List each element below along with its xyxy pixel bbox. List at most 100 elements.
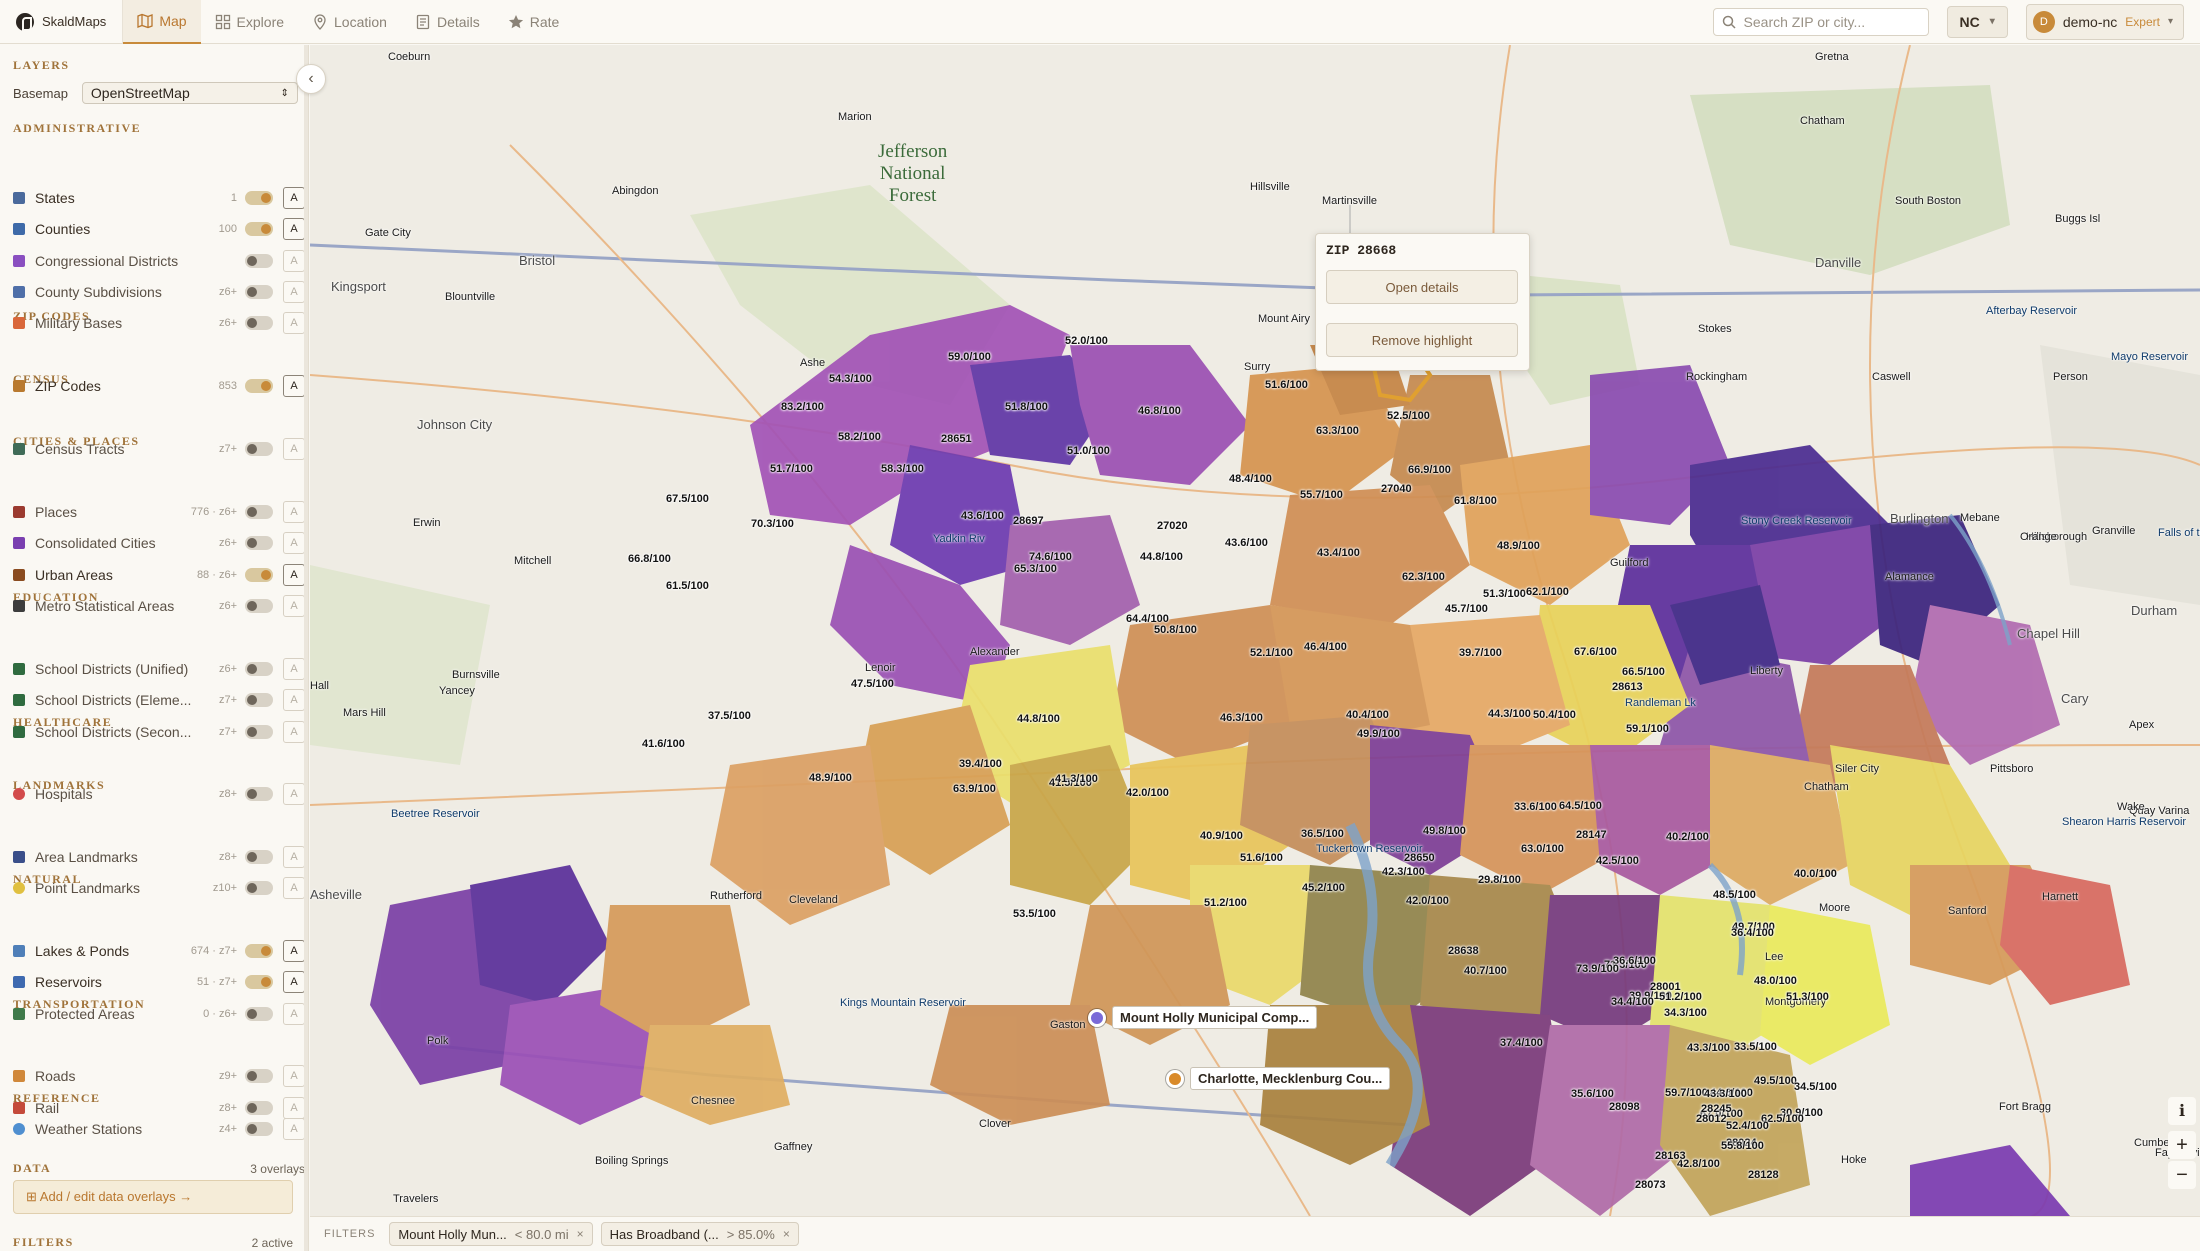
layer-row[interactable]: Lakes & Ponds 674 · z7+ A [13, 940, 305, 962]
layer-toggle[interactable] [245, 1101, 273, 1115]
layer-count: z8+ [218, 788, 237, 800]
layer-toggle[interactable] [245, 725, 273, 739]
close-icon[interactable]: × [783, 1227, 790, 1241]
collapse-sidebar-button[interactable]: ‹ [296, 64, 326, 94]
nav-details[interactable]: Details [401, 0, 494, 44]
layer-toggle[interactable] [245, 1069, 273, 1083]
layer-row[interactable]: Reservoirs 51 · z7+ A [13, 971, 305, 993]
layer-row[interactable]: Protected Areas 0 · z6+ A [13, 1003, 305, 1025]
zoom-out-button[interactable]: − [2168, 1161, 2196, 1189]
layer-row[interactable]: Point Landmarks z10+ A [13, 877, 305, 899]
state-select[interactable]: NC ▾ [1946, 5, 2008, 38]
layer-swatch [13, 1008, 25, 1020]
layer-row[interactable]: School Districts (Secon... z7+ A [13, 721, 305, 743]
layer-label-button[interactable]: A [283, 532, 305, 554]
layer-row[interactable]: Metro Statistical Areas z6+ A [13, 595, 305, 617]
remove-highlight-button[interactable]: Remove highlight [1326, 323, 1518, 357]
layer-toggle[interactable] [245, 693, 273, 707]
layer-row[interactable]: Hospitals z8+ A [13, 783, 305, 805]
layer-toggle[interactable] [245, 191, 273, 205]
zoom-in-button[interactable]: + [2168, 1131, 2196, 1159]
layer-toggle[interactable] [245, 222, 273, 236]
layer-toggle[interactable] [245, 568, 273, 582]
nav-map[interactable]: Map [123, 0, 201, 44]
layer-row[interactable]: County Subdivisions z6+ A [13, 281, 305, 303]
layer-label-button[interactable]: A [283, 438, 305, 460]
layer-row[interactable]: Roads z9+ A [13, 1065, 305, 1087]
layer-label-button[interactable]: A [283, 971, 305, 993]
layer-label-button[interactable]: A [283, 1065, 305, 1087]
user-menu[interactable]: D demo-nc Expert ▾ [2025, 3, 2184, 40]
layer-label-button[interactable]: A [283, 218, 305, 240]
layer-toggle[interactable] [245, 536, 273, 550]
layer-label-button[interactable]: A [283, 250, 305, 272]
nav-location[interactable]: Location [298, 0, 401, 44]
layer-label-button[interactable]: A [283, 721, 305, 743]
layer-row[interactable]: Census Tracts z7+ A [13, 438, 305, 460]
layer-toggle[interactable] [245, 599, 273, 613]
layer-row[interactable]: School Districts (Unified) z6+ A [13, 658, 305, 680]
layer-row[interactable]: Rail z8+ A [13, 1097, 305, 1119]
place-label: Granville [2092, 525, 2136, 537]
filter-chip[interactable]: Has Broadband (... > 85.0% × [600, 1222, 799, 1246]
layer-toggle[interactable] [245, 505, 273, 519]
layer-toggle[interactable] [245, 881, 273, 895]
filter-chip[interactable]: Mount Holly Mun... < 80.0 mi × [389, 1222, 593, 1246]
layer-label-button[interactable]: A [283, 658, 305, 680]
layer-toggle[interactable] [245, 944, 273, 958]
layer-row[interactable]: Area Landmarks z8+ A [13, 846, 305, 868]
layer-row[interactable]: Weather Stations z4+ A [13, 1118, 305, 1140]
layer-row[interactable]: Congressional Districts A [13, 250, 305, 272]
layer-toggle[interactable] [245, 1007, 273, 1021]
sidebar-scrollbar[interactable] [304, 45, 308, 1251]
layer-label-button[interactable]: A [283, 783, 305, 805]
layer-toggle[interactable] [245, 316, 273, 330]
nav-explore[interactable]: Explore [201, 0, 298, 44]
layer-row[interactable]: Military Bases z6+ A [13, 312, 305, 334]
layer-label-button[interactable]: A [283, 281, 305, 303]
layer-row[interactable]: States 1 A [13, 187, 305, 209]
map-canvas[interactable]: Jefferson National Forest Coeburn Gretna Cha… [310, 45, 2200, 1216]
brand[interactable]: SkaldMaps [0, 0, 124, 44]
layer-label-button[interactable]: A [283, 1118, 305, 1140]
layer-toggle[interactable] [245, 285, 273, 299]
layer-label-button[interactable]: A [283, 501, 305, 523]
search-box[interactable] [1712, 7, 1929, 36]
search-input[interactable] [1743, 13, 1914, 30]
layer-toggle[interactable] [245, 662, 273, 676]
layer-toggle[interactable] [245, 254, 273, 268]
info-button[interactable]: ℹ [2168, 1097, 2196, 1125]
layer-label-button[interactable]: A [283, 187, 305, 209]
layer-label-button[interactable]: A [283, 689, 305, 711]
layer-label-button[interactable]: A [283, 846, 305, 868]
layer-label-button[interactable]: A [283, 1003, 305, 1025]
layer-row[interactable]: Places 776 · z6+ A [13, 501, 305, 523]
add-data-overlays-button[interactable]: ⊞ Add / edit data overlays → [13, 1180, 293, 1214]
layer-toggle[interactable] [245, 975, 273, 989]
layer-label-button[interactable]: A [283, 312, 305, 334]
open-details-button[interactable]: Open details [1326, 270, 1518, 304]
layer-row[interactable]: Urban Areas 88 · z6+ A [13, 564, 305, 586]
layer-row[interactable]: Counties 100 A [13, 218, 305, 240]
close-icon[interactable]: × [577, 1227, 584, 1241]
layer-toggle[interactable] [245, 850, 273, 864]
place-label: Alamance [1885, 571, 1934, 583]
layer-label-button[interactable]: A [283, 877, 305, 899]
layer-label-button[interactable]: A [283, 564, 305, 586]
layer-row[interactable]: School Districts (Eleme... z7+ A [13, 689, 305, 711]
marker-charlotte[interactable]: Charlotte, Mecklenburg Cou... [1166, 1067, 1391, 1090]
layer-toggle[interactable] [245, 1122, 273, 1136]
section-filters: FILTERS [13, 1235, 74, 1249]
layer-toggle[interactable] [245, 379, 273, 393]
layer-label-button[interactable]: A [283, 375, 305, 397]
basemap-select[interactable]: OpenStreetMap ⇕ [81, 82, 298, 104]
marker-mount-holly[interactable]: Mount Holly Municipal Comp... [1088, 1006, 1318, 1029]
nav-rate[interactable]: Rate [494, 0, 574, 44]
layer-toggle[interactable] [245, 442, 273, 456]
layer-toggle[interactable] [245, 787, 273, 801]
layer-label-button[interactable]: A [283, 595, 305, 617]
layer-row[interactable]: Consolidated Cities z6+ A [13, 532, 305, 554]
layer-label-button[interactable]: A [283, 940, 305, 962]
layer-row[interactable]: ZIP Codes 853 A [13, 375, 305, 397]
layer-label-button[interactable]: A [283, 1097, 305, 1119]
